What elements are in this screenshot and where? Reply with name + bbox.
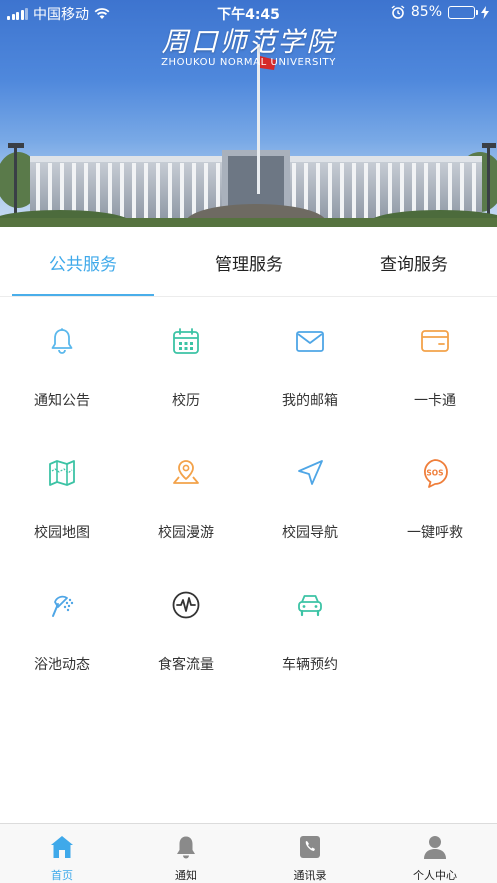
tab-public-services[interactable]: 公共服务: [0, 227, 166, 297]
navigation-arrow-icon: [298, 460, 323, 485]
tab-label: 查询服务: [380, 254, 448, 275]
bell-icon: [177, 836, 195, 859]
nav-label: 通知: [175, 869, 197, 882]
service-label: 食客流量: [158, 657, 214, 673]
contacts-icon: [300, 836, 320, 858]
tab-query-services[interactable]: 查询服务: [331, 227, 497, 297]
service-label: 校园导航: [282, 525, 338, 541]
nav-label: 个人中心: [413, 869, 457, 882]
alarm-clock-icon: [391, 5, 405, 19]
university-title: 周口师范学院: [161, 27, 336, 58]
card-icon: [421, 330, 449, 352]
tab-management-services[interactable]: 管理服务: [166, 227, 332, 297]
service-label: 我的邮箱: [282, 393, 338, 409]
tab-label: 公共服务: [49, 254, 117, 275]
battery-icon: [448, 5, 478, 19]
nav-label: 通讯录: [293, 869, 327, 882]
service-tabs: 公共服务 管理服务 查询服务: [0, 227, 497, 297]
service-label: 校园漫游: [158, 525, 214, 541]
nav-notifications[interactable]: 通知: [124, 824, 248, 883]
service-vehicle-reservation[interactable]: 车辆预约: [248, 562, 372, 694]
bell-icon: [51, 328, 73, 354]
service-label: 通知公告: [34, 393, 90, 409]
service-label: 一卡通: [414, 393, 456, 409]
car-icon: [298, 595, 322, 617]
svg-text:SOS: SOS: [426, 469, 443, 478]
tab-label: 管理服务: [215, 254, 283, 275]
service-campus-navigation[interactable]: 校园导航: [248, 430, 372, 562]
shower-icon: [52, 595, 74, 617]
service-label: 校历: [172, 393, 200, 409]
nav-contacts[interactable]: 通讯录: [248, 824, 372, 883]
service-calendar[interactable]: 校历: [124, 298, 248, 430]
service-label: 车辆预约: [282, 657, 338, 673]
map-icon: [49, 460, 75, 486]
home-icon: [51, 836, 73, 858]
battery-percent: 85%: [410, 4, 442, 20]
user-icon: [424, 836, 446, 859]
service-emergency-call[interactable]: SOS 一键呼救: [373, 430, 497, 562]
nav-home[interactable]: 首页: [0, 824, 124, 883]
bottom-tab-bar: 首页 通知 通讯录 个人中心: [0, 823, 497, 883]
university-subtitle: ZHOUKOU NORMAL UNIVERSITY: [161, 57, 336, 68]
hero-banner: 中国移动 下午4:45 85% 周口师范学院 ZHOUKOU NORMAL UN…: [0, 0, 497, 227]
service-label: 浴池动态: [34, 657, 90, 673]
sos-icon: SOS: [424, 459, 448, 488]
service-campus-tour[interactable]: 校园漫游: [124, 430, 248, 562]
active-tab-indicator: [12, 294, 154, 296]
service-mailbox[interactable]: 我的邮箱: [248, 298, 372, 430]
nav-profile[interactable]: 个人中心: [373, 824, 497, 883]
service-dining-traffic[interactable]: 食客流量: [124, 562, 248, 694]
service-label: 校园地图: [34, 525, 90, 541]
service-notifications[interactable]: 通知公告: [0, 298, 124, 430]
pulse-icon: [172, 591, 200, 619]
service-campus-map[interactable]: 校园地图: [0, 430, 124, 562]
status-right: 85%: [391, 4, 489, 20]
calendar-icon: [173, 328, 199, 354]
nav-label: 首页: [51, 869, 73, 882]
service-campus-card[interactable]: 一卡通: [373, 298, 497, 430]
charging-bolt-icon: [481, 5, 489, 19]
mail-icon: [296, 331, 324, 352]
service-label: 一键呼救: [407, 525, 463, 541]
location-pin-icon: [173, 460, 199, 484]
service-bathhouse-status[interactable]: 浴池动态: [0, 562, 124, 694]
